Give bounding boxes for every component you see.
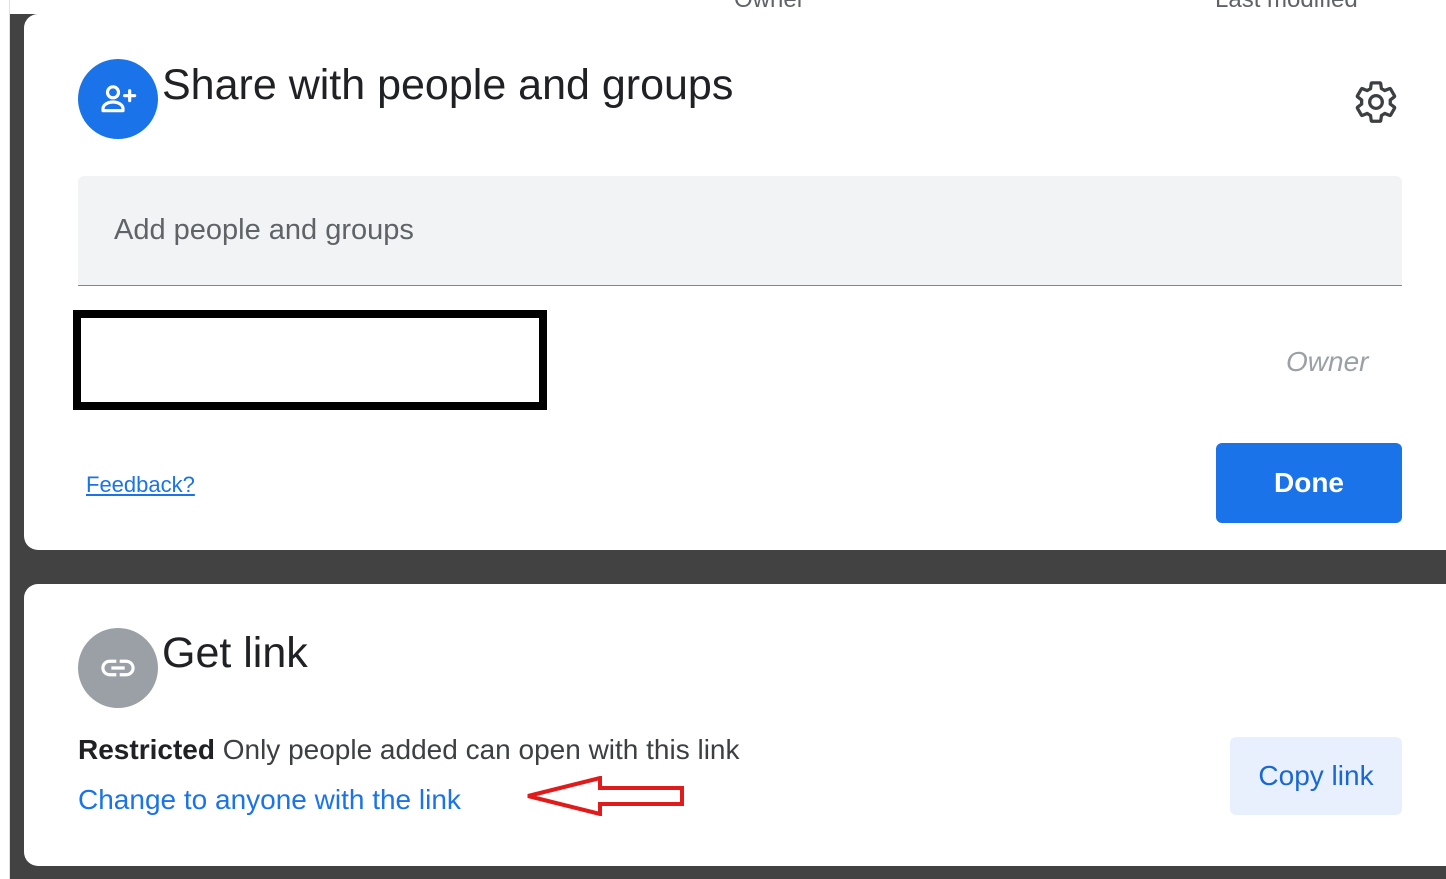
background-column-last-modified: Last modified — [1215, 0, 1358, 14]
restricted-description: Only people added can open with this lin… — [222, 734, 740, 765]
arrow-left-icon — [527, 776, 684, 816]
person-add-icon — [78, 59, 158, 139]
done-button[interactable]: Done — [1216, 443, 1402, 523]
background-page-edge — [0, 0, 10, 879]
get-link-dialog: Restricted Only people added can open wi… — [24, 584, 1446, 866]
restricted-status: Restricted Only people added can open wi… — [78, 734, 740, 766]
change-to-anyone-link[interactable]: Change to anyone with the link — [78, 784, 461, 816]
gear-icon[interactable] — [1352, 78, 1400, 126]
restricted-label: Restricted — [78, 734, 215, 765]
redacted-owner-entry — [73, 310, 547, 410]
add-people-input[interactable] — [78, 176, 1402, 285]
share-dialog-title: Share with people and groups — [162, 61, 734, 109]
add-people-field[interactable] — [78, 176, 1402, 286]
owner-role-label: Owner — [1286, 346, 1369, 377]
feedback-link[interactable]: Feedback? — [86, 472, 195, 498]
background-page-header: Owner Last modified — [0, 0, 1446, 14]
get-link-title: Get link — [162, 629, 308, 677]
copy-link-button[interactable]: Copy link — [1230, 737, 1402, 815]
link-icon — [78, 628, 158, 708]
background-column-owner: Owner — [734, 0, 805, 14]
